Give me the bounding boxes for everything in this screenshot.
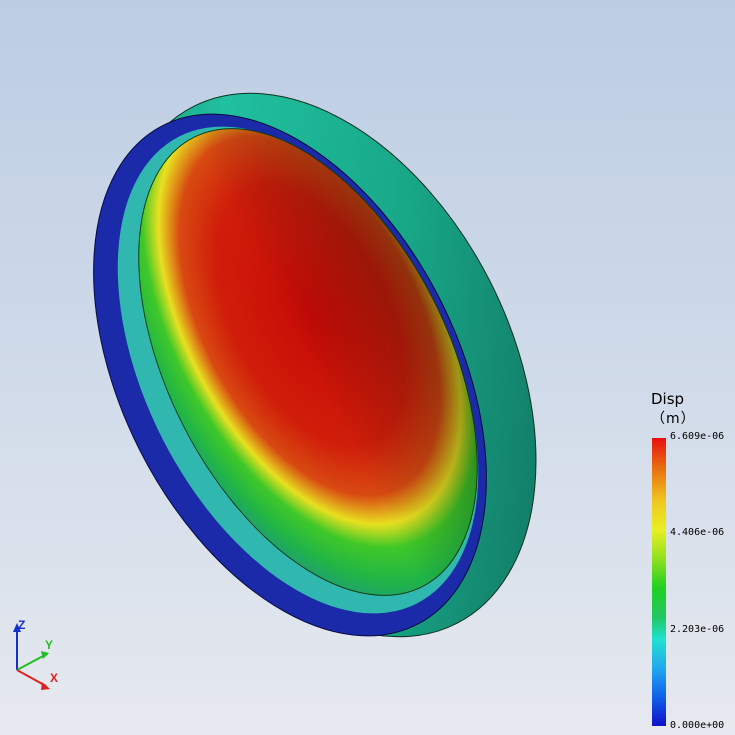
- x-axis-line: [16, 669, 47, 687]
- legend-mid-low-label: 2.203e-06: [670, 624, 725, 635]
- y-axis-line: [16, 654, 46, 671]
- legend-colorbar: [652, 438, 666, 726]
- legend-title: Disp: [651, 390, 685, 408]
- z-axis-label: Z: [18, 618, 26, 632]
- 3d-viewport[interactable]: [0, 0, 735, 735]
- disc-model: [93, 92, 537, 638]
- legend-mid-high-label: 4.406e-06: [670, 527, 725, 538]
- legend-min-label: 0.000e+00: [670, 720, 725, 731]
- y-axis-arrow: [41, 651, 49, 659]
- y-axis-label: Y: [45, 638, 54, 652]
- x-axis-label: X: [50, 671, 59, 685]
- x-axis-arrow: [41, 682, 50, 690]
- legend-unit: （m）: [651, 411, 696, 427]
- coordinate-triad: [13, 623, 50, 690]
- legend-max-label: 6.609e-06: [670, 431, 725, 442]
